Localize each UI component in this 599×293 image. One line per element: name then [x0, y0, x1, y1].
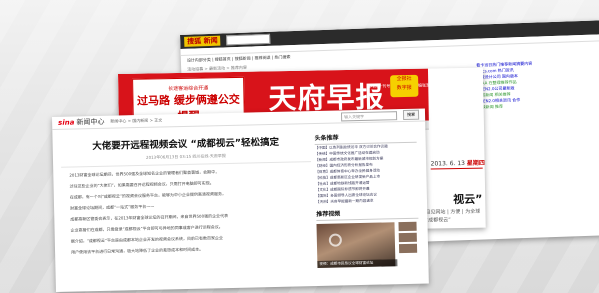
tianfu-date: 2013. 6. 13 星期四	[431, 158, 485, 168]
article-paragraph: 用户使用该平台进行日常沟通，极大地降低了企业的差旅成本和时间成本。	[71, 246, 204, 255]
sina-logo-mark: sina	[58, 118, 75, 127]
article-paragraph: 在成都，有一个叫“成都视云”的视频会议服务平台，能够为中小企业提供高清视频服务，	[69, 191, 226, 200]
tianfu-sub2: “成都视云”	[425, 217, 451, 224]
video-caption: 视频：成都市民热议全球财富论坛	[317, 259, 398, 269]
sidebar: 头条推荐 【中国】以色列副总统访华 双方讨论合作议题 【传统】中国传统文化推广活…	[314, 127, 419, 269]
sina-logo[interactable]: sina 新闻中心	[58, 117, 104, 128]
search-input[interactable]: 输入关键字	[340, 110, 398, 121]
video-block: 视频：成都市民热议全球财富论坛	[316, 221, 419, 269]
search-button[interactable]: 搜索	[402, 109, 420, 121]
tianfu-date-value: 2013. 6. 13	[430, 159, 466, 168]
play-icon	[328, 233, 343, 247]
video-thumb[interactable]	[398, 232, 417, 243]
tianfu-badge[interactable]: 全报社 数字报	[390, 74, 419, 98]
article-main: 大佬要开远程视频会议 “成都视云”轻松搞定 2013年06月13日 03:15 …	[60, 129, 313, 256]
sohu-search-input[interactable]	[226, 33, 271, 46]
sina-logo-text: 新闻中心	[76, 117, 105, 127]
video-thumbs	[398, 221, 418, 255]
article-paragraph: 据介绍，“成都视云”平台是由成都本地企业开发的视频会议系统，目前已有数百家企业	[70, 235, 223, 244]
video-section-title: 推荐视频	[316, 206, 419, 222]
tianfu-headline[interactable]: 视云” 轻松搞定	[453, 190, 486, 207]
video-thumb[interactable]	[398, 243, 418, 254]
tianfu-badge-line1: 全报社	[396, 75, 412, 83]
sina-window: sina 新闻中心 新闻中心 > 国内新闻 > 正文 输入关键字 搜索 大佬要开远…	[52, 108, 429, 292]
tianfu-sub1: 目见网站 | 方便 | 为全球	[425, 208, 481, 216]
video-thumbnail[interactable]: 视频：成都市民热议全球财富论坛	[316, 222, 398, 269]
tianfu-date-underline	[430, 167, 483, 170]
article-headline: 大佬要开远程视频会议 “成都视云”轻松搞定	[92, 136, 280, 153]
sidebar-item[interactable]: 【天府】天府早报最新一期内容速览	[316, 197, 418, 205]
sohu-logo[interactable]: 搜狐 新闻	[184, 35, 221, 47]
article-paragraph: 成都高新区管委会表示，在2013年财富全球论坛的召开期间，来自世界500强的企业…	[70, 213, 229, 222]
article-meta: 2013年06月13日 03:15 四川在线-天府早报	[60, 151, 312, 168]
sohu-right-column: 看卡当日热门推荐新闻摘要内容 Mocs.com 热门资讯 东流设计公司 国内版本…	[476, 58, 598, 110]
article-paragraph: 2013财富全球论坛期间，世界500强及全球知名企业的管理者们聚首蓉城，会期中，	[69, 169, 220, 178]
breadcrumb[interactable]: 新闻中心 > 国内新闻 > 正文	[110, 118, 162, 125]
tianfu-weekday: 星期四	[466, 159, 485, 167]
article-paragraph: 企业高管们在成都，只需登录“成都视云”平台即可与异地的同事或客户进行远程会议。	[70, 224, 223, 233]
tianfu-badge-line2: 数字报	[396, 84, 412, 92]
article-paragraph: 财富全球论坛期间，成都“一站式”服务平台——	[70, 203, 155, 211]
article-paragraph: 过往这些企业的“大佬们”，如果需要召开远程视频会议，只需打开电脑即可实现。	[69, 180, 214, 189]
video-thumb[interactable]	[398, 221, 417, 232]
